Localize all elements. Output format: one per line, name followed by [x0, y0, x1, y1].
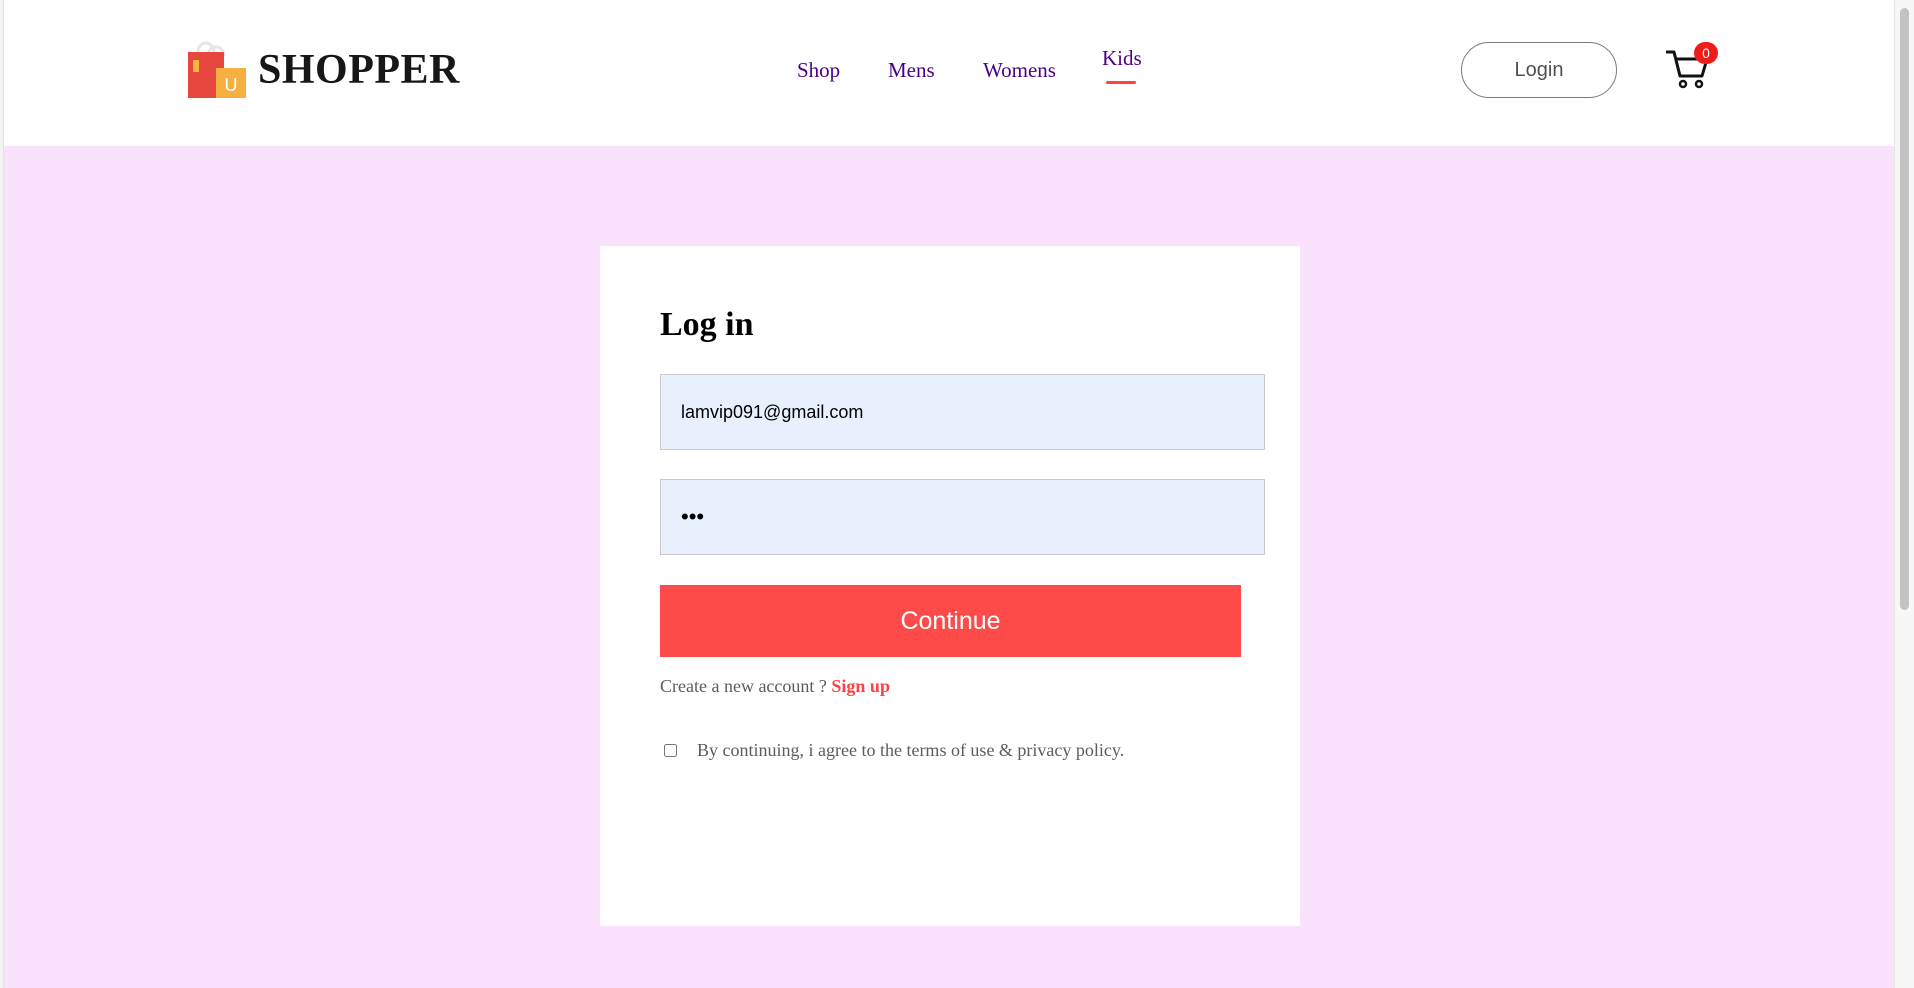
navbar: U SHOPPER Shop Mens Womens Kids Login 0	[4, 0, 1894, 146]
page: U SHOPPER Shop Mens Womens Kids Login 0 …	[0, 0, 1894, 988]
scrollbar-thumb[interactable]	[1900, 8, 1909, 610]
password-field[interactable]	[660, 479, 1265, 555]
nav-item-kids[interactable]: Kids	[1102, 46, 1142, 71]
signup-prompt-text: Create a new account ?	[660, 676, 827, 696]
signup-link[interactable]: Sign up	[831, 676, 890, 696]
email-field[interactable]	[660, 374, 1265, 450]
terms-checkbox[interactable]	[664, 744, 677, 757]
nav-item-shop[interactable]: Shop	[797, 58, 840, 83]
continue-button[interactable]: Continue	[660, 585, 1241, 657]
active-nav-indicator	[1106, 81, 1136, 84]
cart-count-badge: 0	[1694, 42, 1718, 64]
login-button[interactable]: Login	[1461, 42, 1617, 98]
terms-agreement: By continuing, i agree to the terms of u…	[660, 740, 1124, 761]
nav-item-womens[interactable]: Womens	[983, 58, 1056, 83]
vertical-scrollbar[interactable]	[1894, 0, 1914, 988]
signup-prompt: Create a new account ? Sign up	[660, 676, 890, 697]
login-card: Log in Continue Create a new account ? S…	[600, 246, 1300, 926]
login-title: Log in	[660, 306, 754, 343]
login-section: Log in Continue Create a new account ? S…	[4, 146, 1894, 988]
nav-item-mens[interactable]: Mens	[888, 58, 935, 83]
terms-text: By continuing, i agree to the terms of u…	[697, 740, 1125, 760]
